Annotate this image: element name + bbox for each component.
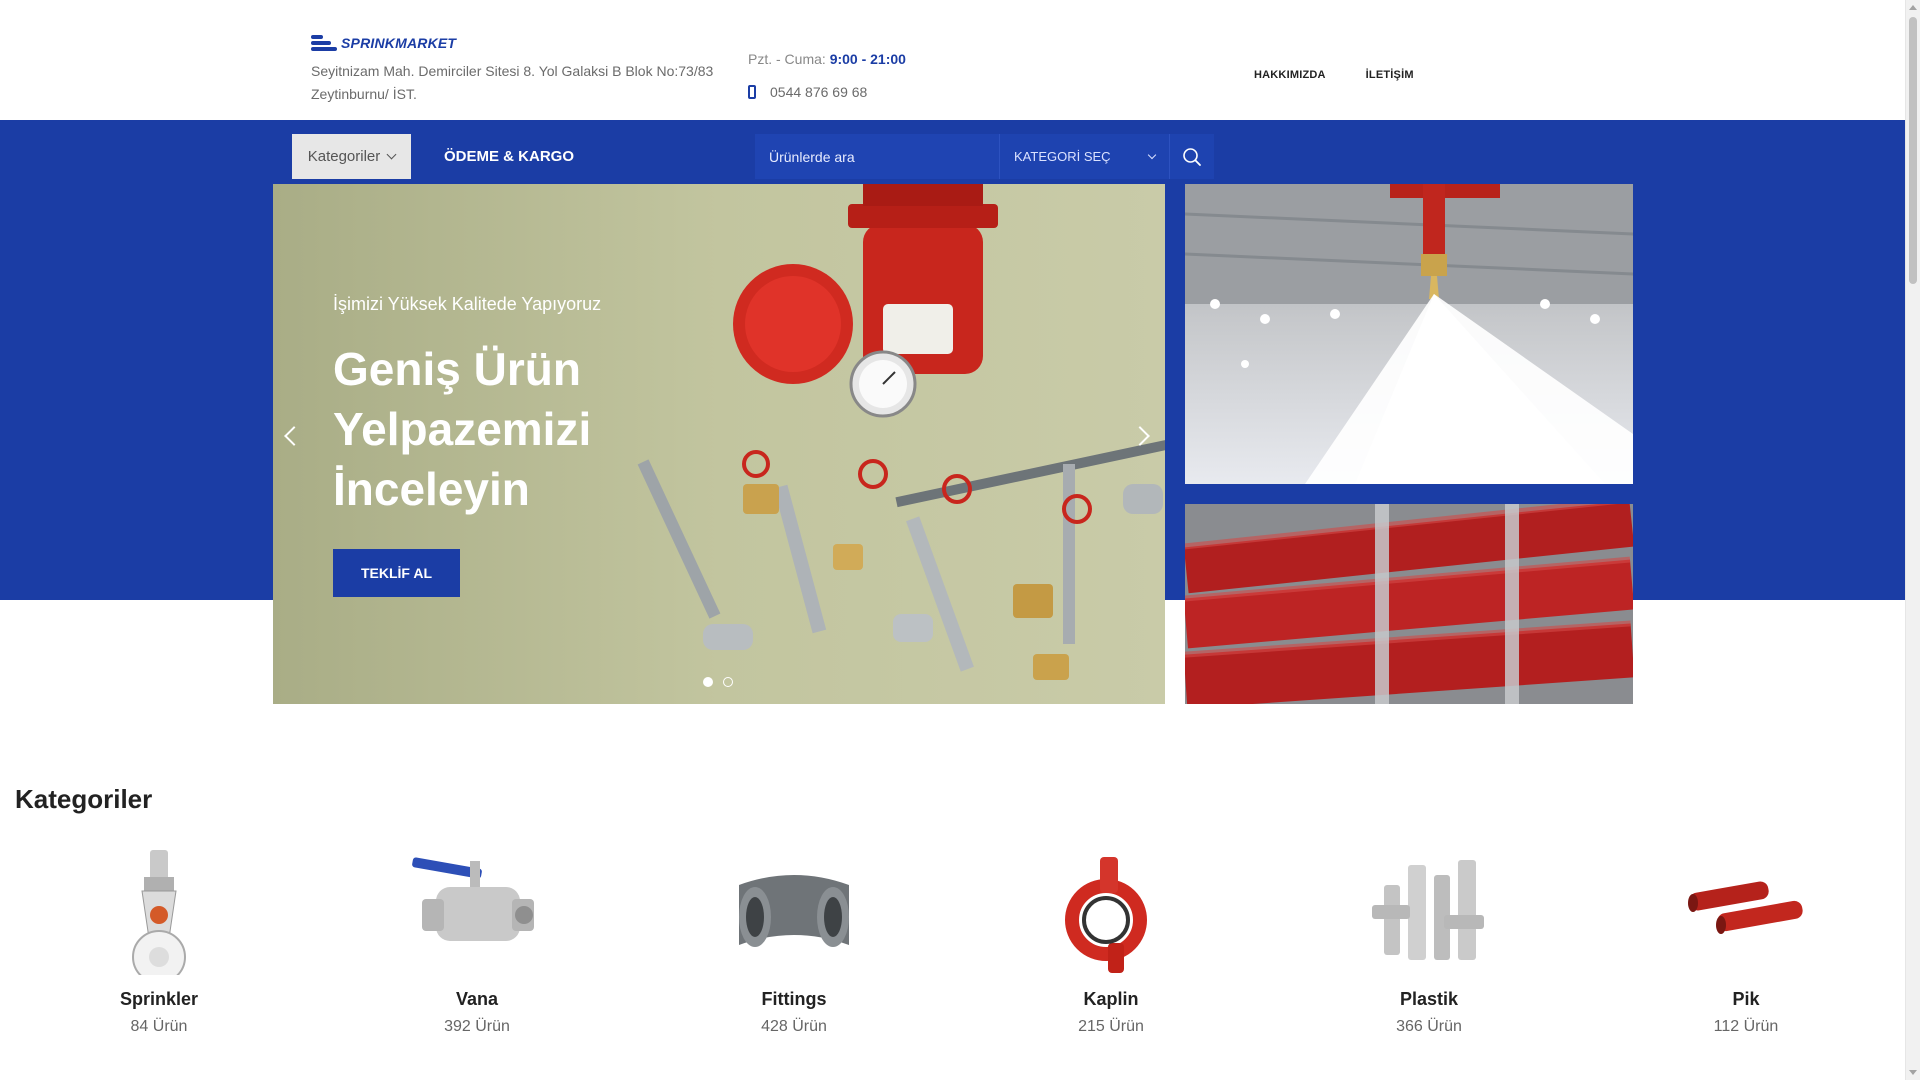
categories-dropdown-button[interactable]: Kategoriler bbox=[292, 134, 411, 179]
category-name: Plastik bbox=[1399, 989, 1459, 1009]
payment-shipping-link[interactable]: ÖDEME & KARGO bbox=[444, 148, 574, 165]
search-input[interactable] bbox=[755, 134, 999, 179]
category-count: 392 Ürün bbox=[444, 1018, 510, 1035]
category-card-plastik[interactable]: Plastik 366 Ürün bbox=[1339, 845, 1519, 1036]
sprinkler-spray-image bbox=[1185, 184, 1633, 484]
category-name: Fittings bbox=[761, 989, 827, 1009]
search-bar: KATEGORİ SEÇ bbox=[755, 134, 1214, 179]
scroll-down-icon[interactable] bbox=[1909, 1070, 1917, 1075]
scroll-thumb[interactable] bbox=[1909, 17, 1917, 284]
hours-value: 9:00 - 21:00 bbox=[829, 51, 906, 67]
slide-subtitle: İşimizi Yüksek Kalitede Yapıyoruz bbox=[333, 294, 602, 314]
category-count: 112 Ürün bbox=[1713, 1018, 1779, 1035]
category-card-pik[interactable]: Pik 112 Ürün bbox=[1656, 845, 1836, 1036]
slider-dot-1[interactable] bbox=[703, 677, 713, 687]
category-count: 84 Ürün bbox=[130, 1018, 188, 1035]
category-name: Kaplin bbox=[1083, 989, 1139, 1009]
category-count: 428 Ürün bbox=[761, 1018, 827, 1035]
category-select[interactable]: KATEGORİ SEÇ bbox=[999, 134, 1169, 179]
category-list: Sprinkler 84 Ürün Vana 392 Ürün Fittings… bbox=[0, 845, 1905, 1045]
category-card-sprinkler[interactable]: Sprinkler 84 Ürün bbox=[69, 845, 249, 1036]
search-icon bbox=[1183, 147, 1201, 166]
sprinkler-banner[interactable] bbox=[1185, 184, 1633, 484]
chevron-down-icon bbox=[386, 149, 397, 160]
hours-label: Pzt. - Cuma: bbox=[748, 51, 826, 67]
cast-iron-pipe-icon bbox=[1681, 845, 1811, 975]
category-card-vana[interactable]: Vana 392 Ürün bbox=[387, 845, 567, 1036]
logo-text: SPRINKMARKET bbox=[341, 35, 457, 51]
category-card-kaplin[interactable]: Kaplin 215 Ürün bbox=[1021, 845, 1201, 1036]
category-name: Pik bbox=[1732, 989, 1760, 1009]
slide-title: Geniş Ürün Yelpazemizi İnceleyin bbox=[333, 343, 592, 515]
store-address: Seyitnizam Mah. Demirciler Sitesi 8. Yol… bbox=[311, 63, 714, 102]
categories-section-title: Kategoriler bbox=[15, 784, 153, 814]
plastic-fittings-icon bbox=[1364, 845, 1494, 975]
site-logo[interactable]: SPRINKMARKET bbox=[311, 31, 456, 55]
category-name: Sprinkler bbox=[119, 989, 199, 1009]
main-navigation: Kategoriler ÖDEME & KARGO KATEGORİ SEÇ bbox=[0, 120, 1905, 184]
top-links: HAKKIMIZDA İLETİŞİM bbox=[1254, 69, 1414, 81]
sprinkler-icon bbox=[94, 845, 224, 984]
category-count: 366 Ürün bbox=[1396, 1018, 1462, 1035]
ball-valve-icon bbox=[412, 845, 542, 975]
category-count: 215 Ürün bbox=[1078, 1018, 1144, 1035]
elbow-fitting-icon bbox=[729, 845, 859, 975]
phone-number: 0544 876 69 68 bbox=[770, 84, 868, 100]
category-card-fittings[interactable]: Fittings 428 Ürün bbox=[704, 845, 884, 1036]
hero-slider: İşimizi Yüksek Kalitede Yapıyoruz Geniş … bbox=[273, 184, 1165, 704]
chevron-down-icon bbox=[1147, 150, 1157, 159]
phone-contact[interactable]: 0544 876 69 68 bbox=[748, 84, 867, 100]
scroll-up-icon[interactable] bbox=[1909, 5, 1917, 10]
coupling-icon bbox=[1046, 845, 1176, 975]
logo-icon bbox=[311, 31, 339, 55]
get-quote-button[interactable]: TEKLİF AL bbox=[333, 549, 460, 597]
slider-dot-2[interactable] bbox=[723, 677, 733, 687]
red-pipes-image bbox=[1185, 504, 1633, 704]
page-scrollbar[interactable] bbox=[1905, 0, 1920, 1080]
pipes-banner[interactable] bbox=[1185, 504, 1633, 704]
category-select-label: KATEGORİ SEÇ bbox=[1014, 149, 1111, 164]
categories-button-label: Kategoriler bbox=[307, 148, 381, 165]
search-button[interactable] bbox=[1169, 134, 1214, 179]
phone-icon bbox=[748, 85, 756, 99]
slider-dots bbox=[703, 677, 733, 687]
top-header: SPRINKMARKET Seyitnizam Mah. Demirciler … bbox=[0, 0, 1905, 120]
working-hours: Pzt. - Cuma: 9:00 - 21:00 bbox=[748, 51, 906, 67]
category-name: Vana bbox=[455, 989, 499, 1009]
contact-link[interactable]: İLETİŞİM bbox=[1366, 69, 1414, 81]
about-link[interactable]: HAKKIMIZDA bbox=[1254, 69, 1326, 81]
